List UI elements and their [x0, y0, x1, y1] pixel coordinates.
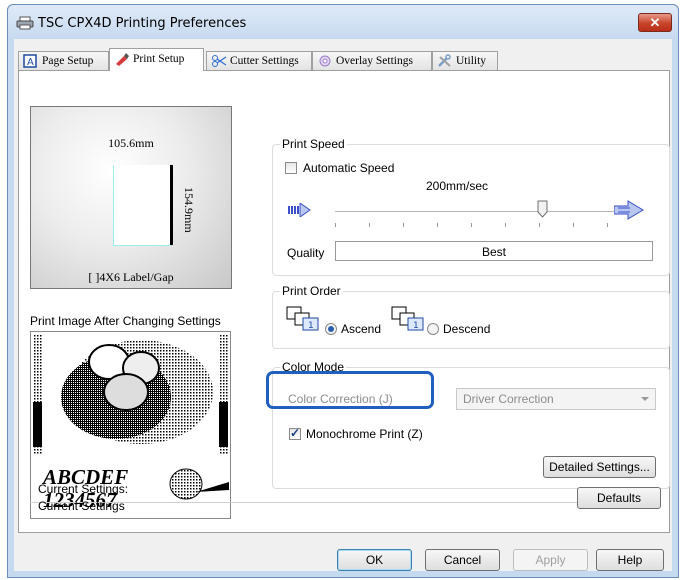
tab-label: Cutter Settings — [230, 55, 299, 67]
cancel-button[interactable]: Cancel — [425, 549, 500, 571]
help-button[interactable]: Help — [596, 549, 664, 571]
fast-speed-icon — [614, 200, 644, 220]
speed-value: 200mm/sec — [426, 179, 489, 193]
tab-label: Print Setup — [133, 53, 185, 65]
tab-print-setup[interactable]: Print Setup — [109, 48, 204, 71]
ascend-radio[interactable] — [325, 323, 337, 335]
slider-tick — [505, 223, 506, 227]
printing-preferences-window: TSC CPX4D Printing Preferences ✕ A Page S… — [7, 4, 679, 578]
svg-text:A: A — [27, 57, 34, 68]
printer-icon — [16, 16, 34, 30]
tab-label: Page Setup — [42, 55, 94, 67]
paper-height-label: 154.9mm — [182, 187, 196, 233]
slider-tick — [471, 223, 472, 227]
scissors-icon — [212, 55, 227, 68]
quality-label: Quality — [287, 246, 325, 260]
monochrome-highlight-frame — [266, 371, 434, 409]
color-correction-dropdown[interactable]: Driver Correction — [456, 388, 656, 410]
ok-button[interactable]: OK — [337, 549, 412, 571]
print-order-group: Print Order 1 Ascend 1 Descend — [272, 284, 670, 349]
current-settings-heading: Current Settings: — [38, 482, 129, 496]
monochrome-print-label: Monochrome Print (Z) — [306, 427, 423, 441]
print-setup-panel: 105.6mm 154.9mm [ ]4X6 Label/Gap Print I… — [18, 70, 670, 533]
defaults-button[interactable]: Defaults — [577, 487, 661, 509]
slider-tick — [369, 223, 370, 227]
paper-size-label: [ ]4X6 Label/Gap — [88, 270, 174, 284]
quality-value-box: Best — [335, 241, 653, 261]
svg-text:1: 1 — [413, 321, 419, 331]
descend-label: Descend — [443, 322, 491, 336]
ascend-order-icon: 1 — [286, 306, 319, 331]
tab-page-setup[interactable]: A Page Setup — [18, 51, 109, 70]
close-button[interactable]: ✕ — [638, 13, 672, 32]
tab-overlay-settings[interactable]: Overlay Settings — [312, 51, 432, 70]
detailed-settings-button[interactable]: Detailed Settings... — [543, 456, 656, 478]
paper-shape — [113, 165, 171, 246]
tab-label: Utility — [456, 55, 487, 67]
tab-label: Overlay Settings — [336, 55, 413, 67]
automatic-speed-checkbox[interactable] — [285, 162, 297, 174]
print-setup-icon — [116, 53, 129, 67]
print-speed-group: Print Speed Automatic Speed 200mm/sec Qu… — [272, 137, 670, 276]
apply-button[interactable]: Apply — [513, 549, 588, 571]
print-order-title: Print Order — [280, 284, 343, 298]
svg-text:1: 1 — [308, 321, 314, 331]
slider-tick — [437, 223, 438, 227]
monochrome-print-checkbox[interactable] — [289, 426, 301, 440]
paper-width-label: 105.6mm — [108, 136, 154, 150]
dialog-client-area: A Page Setup Print Setup Cutter Settings … — [14, 39, 672, 571]
descend-order-icon: 1 — [391, 306, 424, 331]
ascend-label: Ascend — [341, 322, 382, 336]
descend-radio[interactable] — [427, 323, 439, 335]
tab-utility[interactable]: Utility — [432, 51, 498, 70]
slow-speed-icon — [288, 203, 311, 217]
slider-tick — [607, 223, 608, 227]
slider-tick — [335, 223, 336, 227]
slider-tick — [539, 223, 540, 227]
print-image-label: Print Image After Changing Settings — [30, 314, 221, 328]
window-title: TSC CPX4D Printing Preferences — [38, 16, 247, 31]
speed-slider-thumb[interactable] — [537, 200, 548, 218]
speed-slider-track[interactable] — [335, 211, 625, 212]
title-bar: TSC CPX4D Printing Preferences ✕ — [8, 5, 678, 39]
automatic-speed-label: Automatic Speed — [303, 161, 395, 175]
paper-shadow — [170, 165, 173, 245]
slider-tick — [403, 223, 404, 227]
slider-tick — [573, 223, 574, 227]
overlay-icon — [319, 55, 331, 67]
print-speed-title: Print Speed — [280, 137, 347, 151]
page-setup-icon: A — [23, 54, 37, 68]
color-correction-value: Driver Correction — [463, 392, 554, 406]
tools-icon — [438, 54, 451, 68]
paper-preview: 105.6mm 154.9mm [ ]4X6 Label/Gap — [30, 106, 232, 289]
tab-cutter-settings[interactable]: Cutter Settings — [206, 51, 312, 70]
current-settings-value: Current Settings — [38, 499, 125, 513]
chevron-down-icon — [641, 397, 649, 401]
